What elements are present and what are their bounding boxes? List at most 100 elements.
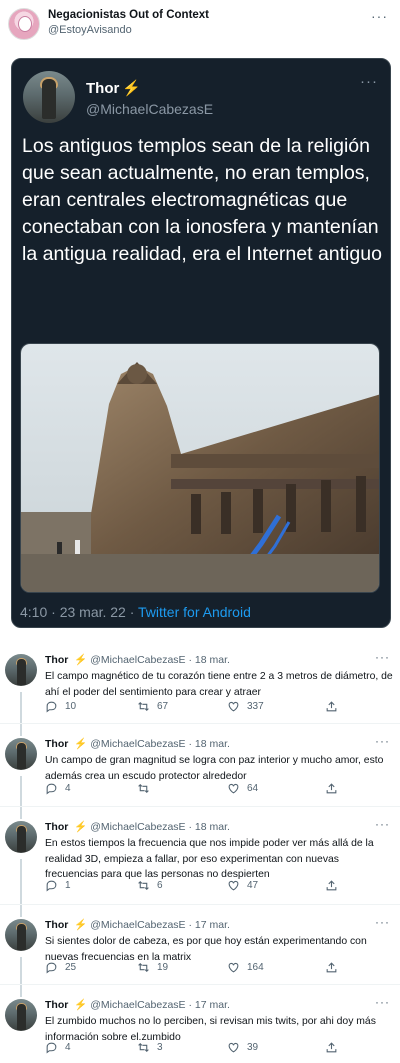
reply-icon [46,701,57,713]
more-options-icon[interactable]: ··· [371,8,388,24]
tweet-header: Negacionistas Out of Context @EstoyAvisa… [0,0,400,50]
like-button[interactable]: 64 [227,782,258,795]
tweet-author[interactable]: Thor ⚡ @MichaelCabezasE · 18 mar. [45,820,230,833]
avatar[interactable] [5,821,37,853]
avatar-figure [42,79,56,119]
reply-button[interactable]: 10 [45,700,76,713]
more-options-icon[interactable]: ··· [375,650,390,664]
account-avatar[interactable] [8,8,40,40]
retweet-button[interactable] [137,782,157,795]
temple-photo[interactable] [20,343,380,593]
like-button[interactable]: 47 [227,879,258,892]
more-options-icon[interactable]: ··· [375,734,390,748]
reply-button[interactable]: 1 [45,879,71,892]
account-handle[interactable]: @EstoyAvisando [48,24,132,36]
more-options-icon[interactable]: ··· [360,73,378,90]
lightning-emoji: ⚡ [74,738,88,750]
tweet-actions: 4 3 39 [45,1041,345,1057]
quoted-author-name[interactable]: Thor ⚡ [86,79,141,97]
share-icon [326,880,337,891]
tweet-author[interactable]: Thor ⚡ @MichaelCabezasE · 18 mar. [45,653,230,666]
avatar-figure [17,826,26,852]
reply-icon [46,880,57,892]
share-icon [326,1042,337,1053]
tweet-text: Un campo de gran magnitud se logra con p… [45,755,384,782]
share-icon [326,701,337,712]
quoted-avatar[interactable] [23,71,75,123]
lightning-emoji: ⚡ [74,654,88,666]
tweet-actions: 10 67 337 [45,700,345,716]
quoted-tweet-card[interactable]: Thor ⚡ @MichaelCabezasE ··· Los antiguos … [11,58,391,628]
thread-line [20,776,22,807]
tweet-text: En estos tiempos la frecuencia que nos i… [45,838,374,881]
heart-icon [228,783,239,794]
retweet-button[interactable]: 6 [137,879,163,892]
reply-tweet[interactable]: Thor ⚡ @MichaelCabezasE · 18 mar. ··· El… [0,640,400,723]
share-icon [326,783,337,794]
retweet-icon [138,880,149,891]
lightning-emoji: ⚡ [74,919,88,931]
account-name[interactable]: Negacionistas Out of Context [48,9,209,21]
heart-icon [228,1042,239,1053]
avatar[interactable] [5,654,37,686]
temple-image [21,344,379,592]
lightning-emoji: ⚡ [122,80,142,97]
avatar[interactable] [5,919,37,951]
avatar-face [18,16,32,32]
heart-icon [228,701,239,712]
heart-icon [228,880,239,891]
source-link[interactable]: Twitter for Android [138,604,251,620]
share-button[interactable] [325,961,338,974]
thread-line [20,957,22,985]
retweet-icon [138,701,149,712]
like-button[interactable]: 164 [227,961,264,974]
reply-tweet[interactable]: Thor ⚡ @MichaelCabezasE · 18 mar. ··· En… [0,806,400,905]
more-options-icon[interactable]: ··· [375,995,390,1009]
retweet-button[interactable]: 19 [137,961,168,974]
reply-tweet[interactable]: Thor ⚡ @MichaelCabezasE · 17 mar. ··· El… [0,984,400,1063]
avatar[interactable] [5,738,37,770]
avatar-figure [17,659,26,685]
reply-tweet[interactable]: Thor ⚡ @MichaelCabezasE · 17 mar. ··· Si… [0,904,400,985]
tweet-actions: 4 64 [45,782,345,798]
thread-line [20,692,22,723]
more-options-icon[interactable]: ··· [375,915,390,929]
avatar-figure [17,1004,26,1030]
quoted-author-handle[interactable]: @MichaelCabezasE [86,101,213,117]
thread-line [20,807,22,819]
lightning-emoji: ⚡ [74,999,88,1011]
quoted-tweet-text: Los antiguos templos sean de la religión… [22,135,382,265]
avatar-figure [17,924,26,950]
reply-button[interactable]: 4 [45,782,71,795]
tweet-actions: 25 19 164 [45,961,345,977]
like-button[interactable]: 337 [227,700,264,713]
avatar[interactable] [5,999,37,1031]
thread-line [20,905,22,917]
tweet-author[interactable]: Thor ⚡ @MichaelCabezasE · 17 mar. [45,918,230,931]
share-button[interactable] [325,879,338,892]
tweet-author[interactable]: Thor ⚡ @MichaelCabezasE · 17 mar. [45,998,230,1011]
share-button[interactable] [325,1041,338,1054]
share-button[interactable] [325,782,338,795]
reply-icon [46,962,57,974]
reply-button[interactable]: 4 [45,1041,71,1054]
like-button[interactable]: 39 [227,1041,258,1054]
reply-icon [46,783,57,795]
retweet-button[interactable]: 67 [137,700,168,713]
more-options-icon[interactable]: ··· [375,817,390,831]
reply-tweet[interactable]: Thor ⚡ @MichaelCabezasE · 18 mar. ··· Un… [0,723,400,807]
heart-icon [228,962,239,973]
share-icon [326,962,337,973]
share-button[interactable] [325,700,338,713]
retweet-icon [138,962,149,973]
tweet-text: El campo magnético de tu corazón tiene e… [45,671,393,698]
tweet-author[interactable]: Thor ⚡ @MichaelCabezasE · 18 mar. [45,737,230,750]
lightning-emoji: ⚡ [74,821,88,833]
thread-line [20,724,22,736]
retweet-icon [138,1042,149,1053]
avatar-figure [17,743,26,769]
thread-line [20,985,22,997]
retweet-button[interactable]: 3 [137,1041,163,1054]
reply-button[interactable]: 25 [45,961,76,974]
tweet-timestamp: 4:10 · 23 mar. 22 · Twitter for Android [20,604,251,620]
